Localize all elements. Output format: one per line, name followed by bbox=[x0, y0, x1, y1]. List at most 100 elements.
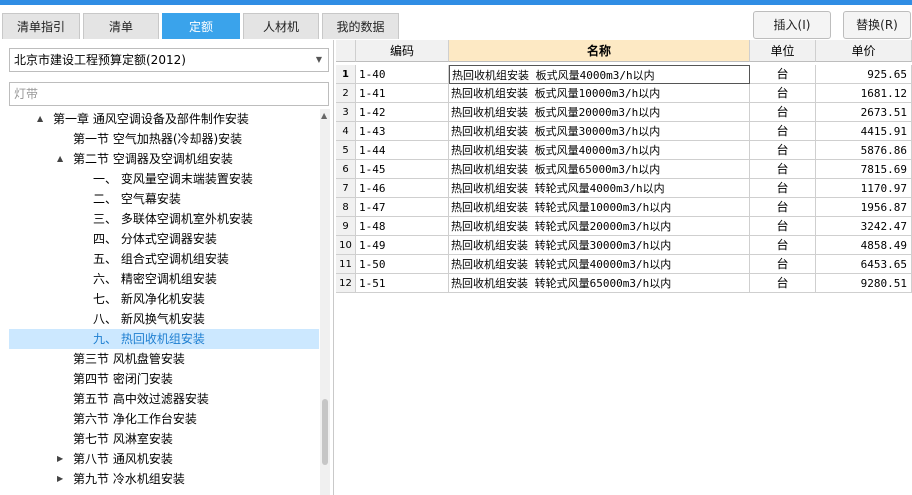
unit-cell[interactable]: 台 bbox=[750, 236, 816, 255]
unit-cell[interactable]: 台 bbox=[750, 217, 816, 236]
tree-node-item-9-selected[interactable]: 九、 热回收机组安装 bbox=[9, 329, 319, 349]
price-cell[interactable]: 2673.51 bbox=[816, 103, 912, 122]
name-cell[interactable]: 热回收机组安装 转轮式风量20000m3/h以内 bbox=[449, 217, 750, 236]
table-row[interactable]: 8 1-47 热回收机组安装 转轮式风量10000m3/h以内 台 1956.8… bbox=[336, 198, 912, 217]
unit-cell[interactable]: 台 bbox=[750, 255, 816, 274]
tree-node-item-5[interactable]: 五、 组合式空调机组安装 bbox=[9, 249, 319, 269]
tree-scrollbar[interactable]: ▲ bbox=[320, 109, 330, 495]
code-cell[interactable]: 1-42 bbox=[356, 103, 449, 122]
table-row[interactable]: 6 1-45 热回收机组安装 板式风量65000m3/h以内 台 7815.69 bbox=[336, 160, 912, 179]
name-cell[interactable]: 热回收机组安装 转轮式风量40000m3/h以内 bbox=[449, 255, 750, 274]
unit-cell[interactable]: 台 bbox=[750, 160, 816, 179]
quota-library-select[interactable]: 北京市建设工程预算定额(2012) ▼ bbox=[9, 48, 329, 72]
code-cell[interactable]: 1-40 bbox=[356, 65, 449, 84]
price-cell[interactable]: 7815.69 bbox=[816, 160, 912, 179]
price-cell[interactable]: 1170.97 bbox=[816, 179, 912, 198]
table-row[interactable]: 1 1-40 热回收机组安装 板式风量4000m3/h以内 台 925.65 bbox=[336, 65, 912, 84]
table-row[interactable]: 5 1-44 热回收机组安装 板式风量40000m3/h以内 台 5876.86 bbox=[336, 141, 912, 160]
search-input[interactable]: 灯带 bbox=[9, 82, 329, 106]
name-cell[interactable]: 热回收机组安装 板式风量10000m3/h以内 bbox=[449, 84, 750, 103]
unit-cell[interactable]: 台 bbox=[750, 65, 816, 84]
code-cell[interactable]: 1-51 bbox=[356, 274, 449, 293]
scrollbar-thumb[interactable] bbox=[322, 399, 328, 465]
unit-cell[interactable]: 台 bbox=[750, 141, 816, 160]
price-cell[interactable]: 925.65 bbox=[816, 65, 912, 84]
tree-node-item-4[interactable]: 四、 分体式空调器安装 bbox=[9, 229, 319, 249]
table-row[interactable]: 9 1-48 热回收机组安装 转轮式风量20000m3/h以内 台 3242.4… bbox=[336, 217, 912, 236]
tree-node-section-6[interactable]: 第六节 净化工作台安装 bbox=[9, 409, 319, 429]
tree-node-section-8[interactable]: ▶ 第八节 通风机安装 bbox=[9, 449, 319, 469]
unit-cell[interactable]: 台 bbox=[750, 103, 816, 122]
tab-bill-guide[interactable]: 清单指引 bbox=[2, 13, 80, 39]
name-cell[interactable]: 热回收机组安装 板式风量30000m3/h以内 bbox=[449, 122, 750, 141]
insert-button[interactable]: 插入(I) bbox=[753, 11, 831, 39]
code-cell[interactable]: 1-47 bbox=[356, 198, 449, 217]
column-header-price[interactable]: 单价 bbox=[816, 40, 912, 62]
code-cell[interactable]: 1-49 bbox=[356, 236, 449, 255]
price-cell[interactable]: 5876.86 bbox=[816, 141, 912, 160]
name-cell[interactable]: 热回收机组安装 板式风量20000m3/h以内 bbox=[449, 103, 750, 122]
unit-cell[interactable]: 台 bbox=[750, 274, 816, 293]
collapse-icon[interactable]: ▲ bbox=[57, 149, 63, 169]
tree-node-section-1[interactable]: 第一节 空气加热器(冷却器)安装 bbox=[9, 129, 319, 149]
price-cell[interactable]: 4415.91 bbox=[816, 122, 912, 141]
code-cell[interactable]: 1-48 bbox=[356, 217, 449, 236]
tab-my-data[interactable]: 我的数据 bbox=[322, 13, 399, 39]
scroll-up-icon[interactable]: ▲ bbox=[321, 111, 327, 120]
table-row[interactable]: 10 1-49 热回收机组安装 转轮式风量30000m3/h以内 台 4858.… bbox=[336, 236, 912, 255]
unit-cell[interactable]: 台 bbox=[750, 198, 816, 217]
tree-node-section-2[interactable]: ▲ 第二节 空调器及空调机组安装 bbox=[9, 149, 319, 169]
tab-labor-material-machine[interactable]: 人材机 bbox=[243, 13, 319, 39]
name-cell[interactable]: 热回收机组安装 转轮式风量30000m3/h以内 bbox=[449, 236, 750, 255]
price-cell[interactable]: 4858.49 bbox=[816, 236, 912, 255]
replace-button[interactable]: 替换(R) bbox=[843, 11, 911, 39]
tab-quota[interactable]: 定额 bbox=[162, 13, 240, 39]
code-cell[interactable]: 1-44 bbox=[356, 141, 449, 160]
table-row[interactable]: 11 1-50 热回收机组安装 转轮式风量40000m3/h以内 台 6453.… bbox=[336, 255, 912, 274]
tree-node-chapter-1[interactable]: ▲ 第一章 通风空调设备及部件制作安装 bbox=[9, 109, 319, 129]
tree-node-section-9[interactable]: ▶ 第九节 冷水机组安装 bbox=[9, 469, 319, 489]
unit-cell[interactable]: 台 bbox=[750, 122, 816, 141]
table-row[interactable]: 7 1-46 热回收机组安装 转轮式风量4000m3/h以内 台 1170.97 bbox=[336, 179, 912, 198]
price-cell[interactable]: 3242.47 bbox=[816, 217, 912, 236]
tree-node-item-1[interactable]: 一、 变风量空调末端装置安装 bbox=[9, 169, 319, 189]
tree-node-item-8[interactable]: 八、 新风换气机安装 bbox=[9, 309, 319, 329]
code-cell[interactable]: 1-41 bbox=[356, 84, 449, 103]
tree-node-item-3[interactable]: 三、 多联体空调机室外机安装 bbox=[9, 209, 319, 229]
expand-icon[interactable]: ▶ bbox=[57, 469, 63, 489]
table-row[interactable]: 12 1-51 热回收机组安装 转轮式风量65000m3/h以内 台 9280.… bbox=[336, 274, 912, 293]
name-cell[interactable]: 热回收机组安装 转轮式风量10000m3/h以内 bbox=[449, 198, 750, 217]
column-header-code[interactable]: 编码 bbox=[356, 40, 449, 62]
code-cell[interactable]: 1-45 bbox=[356, 160, 449, 179]
tree-node-item-7[interactable]: 七、 新风净化机安装 bbox=[9, 289, 319, 309]
tab-bill[interactable]: 清单 bbox=[83, 13, 159, 39]
code-cell[interactable]: 1-43 bbox=[356, 122, 449, 141]
tree-node-section-4[interactable]: 第四节 密闭门安装 bbox=[9, 369, 319, 389]
tree-node-item-6[interactable]: 六、 精密空调机组安装 bbox=[9, 269, 319, 289]
name-cell[interactable]: 热回收机组安装 转轮式风量4000m3/h以内 bbox=[449, 179, 750, 198]
price-cell[interactable]: 9280.51 bbox=[816, 274, 912, 293]
code-cell[interactable]: 1-50 bbox=[356, 255, 449, 274]
price-cell[interactable]: 6453.65 bbox=[816, 255, 912, 274]
name-cell[interactable]: 热回收机组安装 转轮式风量65000m3/h以内 bbox=[449, 274, 750, 293]
unit-cell[interactable]: 台 bbox=[750, 179, 816, 198]
expand-icon[interactable]: ▶ bbox=[57, 449, 63, 469]
collapse-icon[interactable]: ▲ bbox=[37, 109, 43, 129]
table-row[interactable]: 2 1-41 热回收机组安装 板式风量10000m3/h以内 台 1681.12 bbox=[336, 84, 912, 103]
unit-cell[interactable]: 台 bbox=[750, 84, 816, 103]
name-cell[interactable]: 热回收机组安装 板式风量4000m3/h以内 bbox=[449, 65, 750, 84]
chevron-down-icon[interactable]: ▼ bbox=[316, 49, 322, 71]
tree-node-section-5[interactable]: 第五节 高中效过滤器安装 bbox=[9, 389, 319, 409]
price-cell[interactable]: 1681.12 bbox=[816, 84, 912, 103]
column-header-name[interactable]: 名称 bbox=[449, 40, 750, 62]
price-cell[interactable]: 1956.87 bbox=[816, 198, 912, 217]
name-cell[interactable]: 热回收机组安装 板式风量40000m3/h以内 bbox=[449, 141, 750, 160]
column-header-unit[interactable]: 单位 bbox=[750, 40, 816, 62]
tree-node-section-7[interactable]: 第七节 风淋室安装 bbox=[9, 429, 319, 449]
table-row[interactable]: 3 1-42 热回收机组安装 板式风量20000m3/h以内 台 2673.51 bbox=[336, 103, 912, 122]
code-cell[interactable]: 1-46 bbox=[356, 179, 449, 198]
table-row[interactable]: 4 1-43 热回收机组安装 板式风量30000m3/h以内 台 4415.91 bbox=[336, 122, 912, 141]
tree-node-item-2[interactable]: 二、 空气幕安装 bbox=[9, 189, 319, 209]
name-cell[interactable]: 热回收机组安装 板式风量65000m3/h以内 bbox=[449, 160, 750, 179]
tree-node-section-3[interactable]: 第三节 风机盘管安装 bbox=[9, 349, 319, 369]
